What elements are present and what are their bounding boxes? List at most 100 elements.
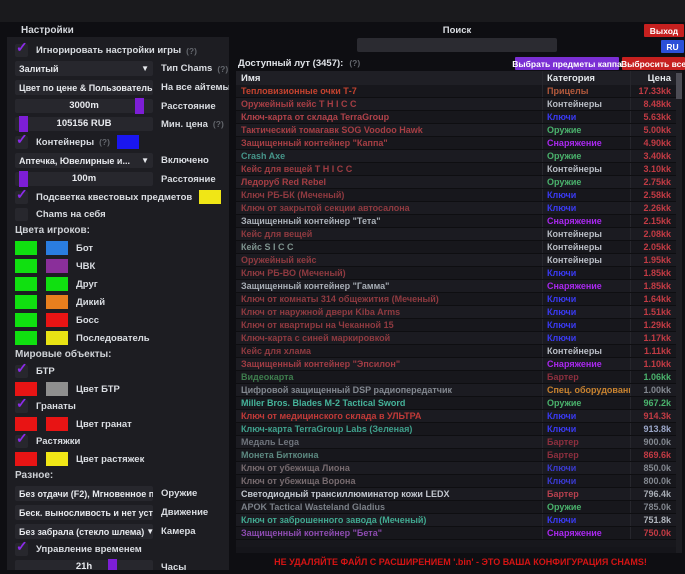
dropdown-value: Беск. выносливость и нет уста — [19, 508, 153, 518]
table-row[interactable]: Защищенный контейнер "Каппа"Снаряжение4.… — [236, 137, 676, 150]
table-row[interactable]: Медаль LegaБартер900.0k — [236, 436, 676, 449]
checkbox-растяжки[interactable]: ✓ — [15, 435, 28, 448]
table-row[interactable]: Ключ-карта TerraGroup Labs (Зеленая)Ключ… — [236, 423, 676, 436]
table-row[interactable]: Кейс для вещей T H I C CКонтейнеры3.10kk — [236, 163, 676, 176]
color-swatch-secondary[interactable] — [46, 259, 68, 273]
table-row[interactable]: Ключ от заброшенного завода (Меченый)Клю… — [236, 514, 676, 527]
colorpair-row-21: Цвет гранат — [15, 417, 221, 431]
table-row[interactable]: Защищенный контейнер "Эпсилон"Снаряжение… — [236, 358, 676, 371]
slider-расстояние[interactable]: 100m — [15, 172, 153, 186]
table-row[interactable]: Защищенный контейнер "Бета"Снаряжение750… — [236, 527, 676, 540]
color-swatch-primary[interactable] — [15, 241, 37, 255]
dropdown-включено[interactable]: Аптечка, Ювелирные и...▼ — [15, 153, 153, 168]
search-input[interactable] — [357, 38, 557, 52]
color-swatch-primary[interactable] — [15, 417, 37, 431]
table-row[interactable]: Тактический томагавк SOG Voodoo HawkОруж… — [236, 124, 676, 137]
table-row[interactable]: Цифровой защищенный DSP радиопередатчикС… — [236, 384, 676, 397]
slider-мин-цена[interactable]: 105156 RUB — [15, 117, 153, 131]
drop-all-button[interactable]: Выбросить все — [622, 57, 685, 70]
dropdown-на-все-айтемы[interactable]: Цвет по цене & Пользователь▼ — [15, 80, 153, 95]
color-swatch-primary[interactable] — [15, 382, 37, 396]
color-swatch-secondary[interactable] — [46, 331, 68, 345]
table-row[interactable]: Оружейный кейс T H I C CКонтейнеры8.48kk — [236, 98, 676, 111]
label-цвет-растяжек: Цвет растяжек — [76, 454, 144, 465]
exit-button[interactable]: Выход — [644, 24, 684, 37]
select-kappa-items-button[interactable]: Выбрать предметы каппа — [515, 57, 619, 70]
item-category: Ключи — [542, 410, 630, 422]
color-swatch-secondary[interactable] — [46, 452, 68, 466]
table-row[interactable]: Ключ-карта с синей маркировкойКлючи1.17k… — [236, 332, 676, 345]
item-category: Снаряжение — [542, 215, 630, 227]
slider-handle[interactable] — [135, 98, 144, 114]
dropdown-движение[interactable]: Беск. выносливость и нет уста▼ — [15, 505, 153, 520]
item-name: Ключ от наружной двери Kiba Arms — [236, 307, 542, 317]
table-row[interactable]: Оружейный кейсКонтейнеры1.95kk — [236, 254, 676, 267]
color-swatch-secondary[interactable] — [46, 241, 68, 255]
table-row[interactable]: Монета БиткоинаБартер869.6k — [236, 449, 676, 462]
table-row[interactable]: Кейс для вещейКонтейнеры2.08kk — [236, 228, 676, 241]
column-name[interactable]: Имя — [236, 73, 542, 84]
checkbox-управление-временем[interactable]: ✓ — [15, 543, 28, 556]
checkbox-контейнеры[interactable]: ✓ — [15, 136, 28, 149]
slider-часы[interactable]: 21h — [15, 560, 153, 570]
color-swatch-primary[interactable] — [15, 295, 37, 309]
dropdown-камера[interactable]: Без забрала (стекло шлема)▼ — [15, 524, 153, 539]
item-name: Тактический томагавк SOG Voodoo Hawk — [236, 125, 542, 135]
language-button[interactable]: RU — [661, 40, 684, 53]
color-swatch[interactable] — [117, 135, 139, 149]
checkbox-бтр[interactable]: ✓ — [15, 365, 28, 378]
color-swatch-secondary[interactable] — [46, 277, 68, 291]
table-row[interactable]: Защищенный контейнер "Тета"Снаряжение2.1… — [236, 215, 676, 228]
table-row[interactable]: Светодиодный трансиллюминатор кожи LEDXБ… — [236, 488, 676, 501]
table-row[interactable]: Miller Bros. Blades M-2 Tactical SwordОр… — [236, 397, 676, 410]
label-расстояние: Расстояние — [161, 174, 216, 185]
column-price[interactable]: Цена — [630, 71, 676, 85]
table-row[interactable]: Ключ от убежища ЛионаКлючи850.0k — [236, 462, 676, 475]
color-swatch-primary[interactable] — [15, 277, 37, 291]
checkbox-гранаты[interactable]: ✓ — [15, 400, 28, 413]
color-swatch[interactable] — [199, 190, 221, 204]
item-category: Контейнеры — [542, 345, 630, 357]
label-бот: Бот — [76, 243, 93, 254]
table-row[interactable]: Ключ РБ-БК (Меченый)Ключи2.58kk — [236, 189, 676, 202]
table-row[interactable]: Кейс S I C CКонтейнеры2.05kk — [236, 241, 676, 254]
color-swatch-secondary[interactable] — [46, 295, 68, 309]
item-category: Ключи — [542, 319, 630, 331]
loot-count-text: Доступный лут (3457): — [238, 58, 343, 69]
table-row[interactable]: APOK Tactical Wasteland GladiusОружие785… — [236, 501, 676, 514]
table-row[interactable]: Ключ от убежища ВоронаКлючи800.0k — [236, 475, 676, 488]
table-row[interactable]: Тепловизионные очки Т-7Прицелы17.33kk — [236, 85, 676, 98]
table-row[interactable]: ВидеокартаБартер1.06kk — [236, 371, 676, 384]
checkbox-chams-на-себя[interactable] — [15, 208, 28, 221]
table-row[interactable]: Crash AxeОружие3.40kk — [236, 150, 676, 163]
table-row[interactable]: Ключ от квартиры на Чеканной 15Ключи1.29… — [236, 319, 676, 332]
color-swatch-primary[interactable] — [15, 259, 37, 273]
color-swatch-secondary[interactable] — [46, 382, 68, 396]
table-row[interactable]: Ключ от медицинского склада в УЛЬТРАКлюч… — [236, 410, 676, 423]
column-category[interactable]: Категория — [542, 71, 630, 85]
table-row[interactable]: Ключ от закрытой секции автосалонаКлючи2… — [236, 202, 676, 215]
slider-расстояние[interactable]: 3000m — [15, 99, 153, 113]
color-swatch-secondary[interactable] — [46, 417, 68, 431]
table-row[interactable]: Защищенный контейнер "Гамма"Снаряжение1.… — [236, 280, 676, 293]
color-swatch-primary[interactable] — [15, 452, 37, 466]
checkbox-подсветка-квестовых-предметов[interactable]: ✓ — [15, 191, 28, 204]
table-row[interactable]: Ключ от комнаты 314 общежития (Меченый)К… — [236, 293, 676, 306]
slider-handle[interactable] — [108, 559, 117, 570]
table-row[interactable]: Ключ-карта от склада TerraGroupКлючи5.63… — [236, 111, 676, 124]
scrollbar-thumb[interactable] — [676, 73, 682, 99]
table-scrollbar[interactable] — [676, 71, 682, 553]
table-row[interactable]: Ключ РБ-ВО (Меченый)Ключи1.85kk — [236, 267, 676, 280]
dropdown-тип-chams[interactable]: Залитый▼ — [15, 61, 153, 76]
color-swatch-primary[interactable] — [15, 313, 37, 327]
checkbox-игнорировать-настройки-игры[interactable]: ✓ — [15, 44, 28, 57]
dropdown-оружие[interactable]: Без отдачи (F2), Мгновенное п▼ — [15, 486, 153, 501]
table-row[interactable]: Ледоруб Red RebelОружие2.75kk — [236, 176, 676, 189]
table-row[interactable]: Ключ от наружной двери Kiba ArmsКлючи1.5… — [236, 306, 676, 319]
color-swatch-primary[interactable] — [15, 331, 37, 345]
item-price: 914.3k — [630, 410, 676, 422]
color-swatch-secondary[interactable] — [46, 313, 68, 327]
table-row[interactable]: Кейс для хламаКонтейнеры1.11kk — [236, 345, 676, 358]
item-name: Ключ РБ-БК (Меченый) — [236, 190, 542, 200]
chevron-down-icon: ▼ — [141, 156, 149, 165]
